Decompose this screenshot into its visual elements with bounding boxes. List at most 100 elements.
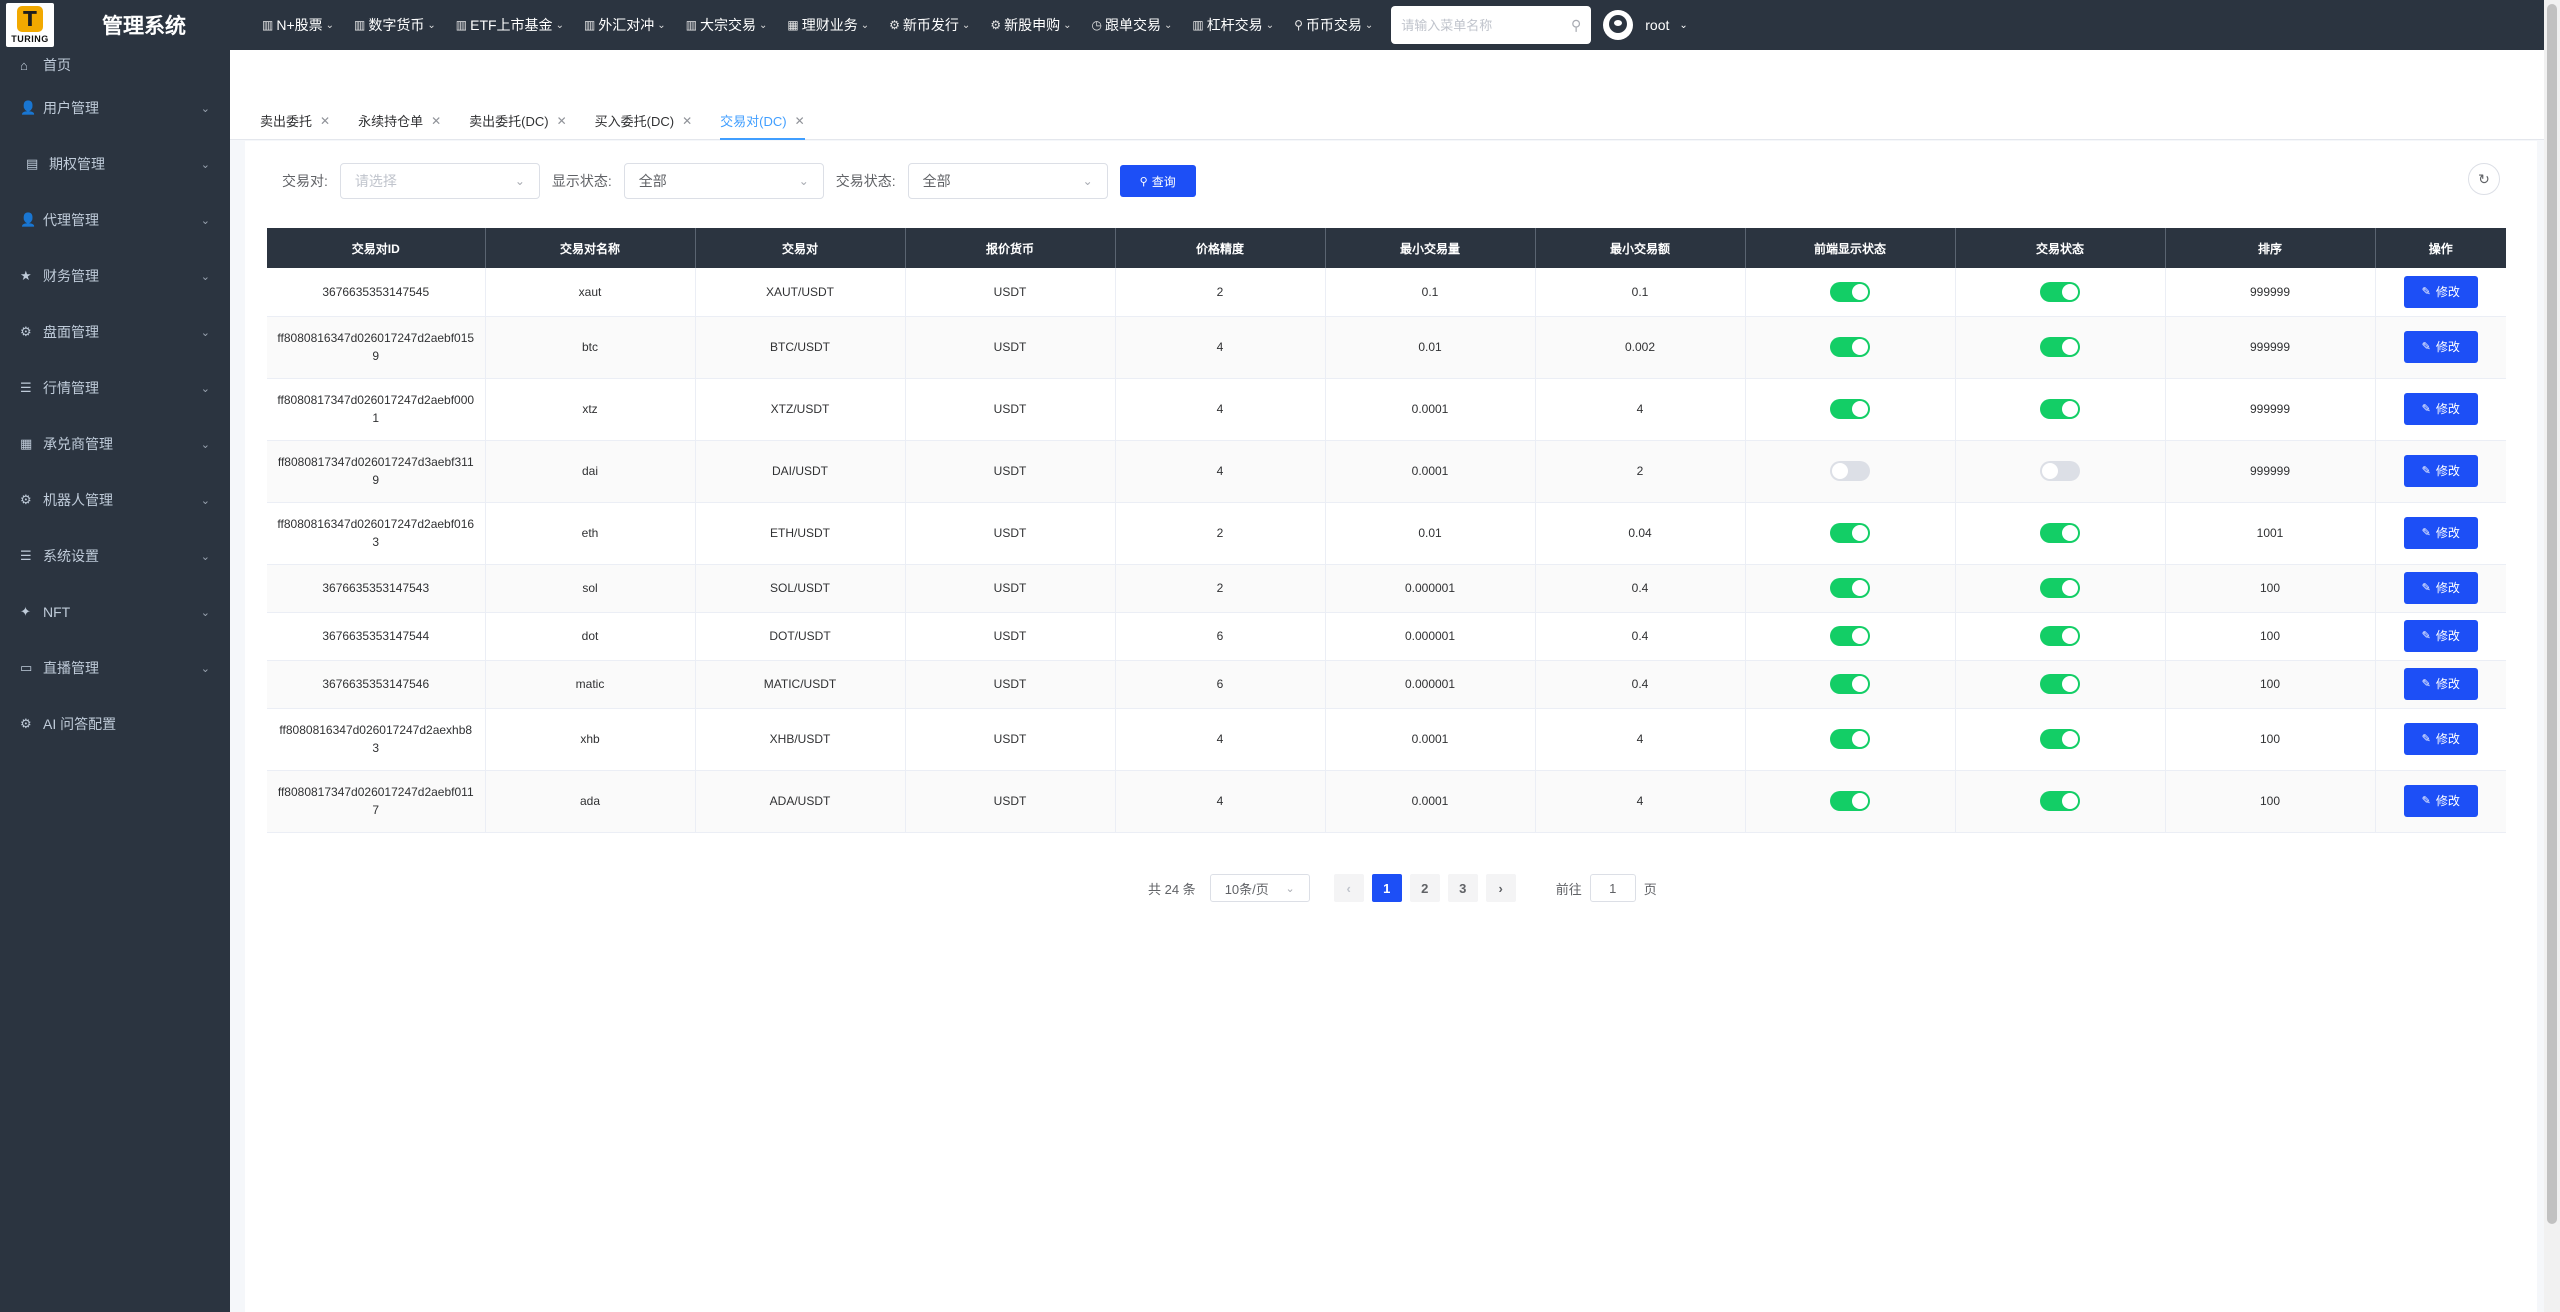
close-icon[interactable]: ✕ (795, 114, 805, 128)
trade-status-toggle[interactable] (2040, 791, 2080, 811)
display-status-toggle[interactable] (1830, 461, 1870, 481)
nav-item-8[interactable]: ⚙ 新股申购 ⌄ (980, 0, 1081, 50)
display-status-toggle[interactable] (1830, 674, 1870, 694)
pair-filter-label: 交易对: (282, 173, 328, 189)
trade-status-toggle[interactable] (2040, 461, 2080, 481)
trade-status-toggle[interactable] (2040, 281, 2080, 302)
vertical-scrollbar[interactable] (2544, 0, 2560, 1312)
edit-button[interactable]: ✎ 修改 (2403, 393, 2478, 425)
sidebar-item-label: 代理管理 (43, 212, 99, 228)
cell-min-qty: 0.0001 (1325, 378, 1536, 441)
edit-button[interactable]: ✎ 修改 (2403, 668, 2478, 700)
sidebar-item-1[interactable]: ⌂ 首页 (0, 50, 230, 80)
nav-item-7[interactable]: ⚙ 新币发行 ⌄ (879, 0, 980, 50)
edit-button[interactable]: ✎ 修改 (2403, 785, 2478, 817)
display-status-select[interactable]: 全部 ⌄ (623, 163, 824, 199)
tab-3[interactable]: 卖出委托(DC) ✕ (455, 102, 581, 140)
sidebar-item-11[interactable]: ✦ NFT ⌄ (0, 584, 230, 640)
close-icon[interactable]: ✕ (320, 114, 330, 128)
sidebar-item-12[interactable]: ▭ 直播管理 ⌄ (0, 640, 230, 696)
display-status-toggle[interactable] (1830, 399, 1870, 419)
nav-item-10[interactable]: ▥ 杠杆交易 ⌄ (1182, 0, 1284, 50)
nav-item-3[interactable]: ▥ ETF上市基金 ⌄ (446, 0, 574, 50)
prev-page-button[interactable]: ‹ (1333, 874, 1364, 902)
trade-status-toggle[interactable] (2040, 626, 2080, 646)
edit-button[interactable]: ✎ 修改 (2403, 275, 2478, 308)
trade-status-toggle[interactable] (2040, 337, 2080, 357)
close-icon[interactable]: ✕ (557, 114, 567, 128)
menu-search[interactable]: ⚲ (1391, 6, 1592, 44)
page-1-button[interactable]: 1 (1371, 874, 1402, 902)
star-icon: ★ (20, 268, 32, 283)
close-icon[interactable]: ✕ (682, 114, 692, 128)
display-status-toggle[interactable] (1830, 626, 1870, 646)
nav-item-6[interactable]: ▦ 理财业务 ⌄ (777, 0, 879, 50)
toggle-knob (2042, 463, 2058, 479)
cell-trade-status (1955, 316, 2166, 379)
search-button[interactable]: ⚲ 查询 (1119, 165, 1196, 197)
cell-trade-status (1955, 378, 2166, 441)
edit-button[interactable]: ✎ 修改 (2403, 620, 2478, 652)
trade-status-select[interactable]: 全部 ⌄ (907, 163, 1108, 199)
display-status-toggle[interactable] (1830, 523, 1870, 543)
display-status-toggle[interactable] (1830, 281, 1870, 302)
edit-button[interactable]: ✎ 修改 (2403, 331, 2478, 363)
nav-item-2[interactable]: ▥ 数字货币 ⌄ (344, 0, 446, 50)
display-status-toggle[interactable] (1830, 578, 1870, 598)
column-header: 操作 (2375, 228, 2506, 268)
cell-min-amount: 0.1 (1535, 268, 1746, 317)
close-icon[interactable]: ✕ (431, 114, 441, 128)
trade-status-toggle[interactable] (2040, 399, 2080, 419)
tab-4[interactable]: 买入委托(DC) ✕ (581, 102, 707, 140)
edit-button[interactable]: ✎ 修改 (2403, 455, 2478, 487)
trade-status-toggle[interactable] (2040, 674, 2080, 694)
tab-5[interactable]: 交易对(DC) ✕ (706, 102, 819, 140)
page-size-select[interactable]: 10条/页 ⌄ (1209, 874, 1310, 902)
sidebar-item-6[interactable]: ⚙ 盘面管理 ⌄ (0, 304, 230, 360)
cell-sort: 100 (2165, 770, 2376, 833)
tab-1[interactable]: 卖出委托 ✕ (246, 102, 344, 140)
search-icon[interactable]: ⚲ (1571, 17, 1581, 34)
nav-item-9[interactable]: ◷ 跟单交易 ⌄ (1081, 0, 1182, 50)
sidebar-item-10[interactable]: ☰ 系统设置 ⌄ (0, 528, 230, 584)
display-status-toggle[interactable] (1830, 729, 1870, 749)
page-size-value: 10条/页 (1224, 881, 1269, 897)
page-3-button[interactable]: 3 (1447, 874, 1478, 902)
sidebar-item-2[interactable]: 👤 用户管理 ⌄ (0, 80, 230, 136)
nav-item-5[interactable]: ▥ 大宗交易 ⌄ (676, 0, 778, 50)
sidebar-item-4[interactable]: 👤 代理管理 ⌄ (0, 192, 230, 248)
trade-status-toggle[interactable] (2040, 729, 2080, 749)
sidebar-item-3[interactable]: ▤ 期权管理 ⌄ (0, 136, 230, 192)
trade-status-toggle[interactable] (2040, 578, 2080, 598)
display-status-toggle[interactable] (1830, 791, 1870, 811)
edit-button[interactable]: ✎ 修改 (2403, 723, 2478, 755)
trade-status-toggle[interactable] (2040, 523, 2080, 543)
cell-min-qty: 0.000001 (1325, 612, 1536, 661)
tab-2[interactable]: 永续持仓单 ✕ (344, 102, 455, 140)
nav-item-1[interactable]: ▥ N+股票 ⌄ (252, 0, 344, 50)
sidebar-item-9[interactable]: ⚙ 机器人管理 ⌄ (0, 472, 230, 528)
edit-button[interactable]: ✎ 修改 (2403, 517, 2478, 549)
display-status-toggle[interactable] (1830, 337, 1870, 357)
user-menu[interactable]: root ⌄ (1603, 10, 1688, 40)
sidebar-item-5[interactable]: ★ 财务管理 ⌄ (0, 248, 230, 304)
toggle-knob (1852, 283, 1868, 300)
scrollbar-thumb[interactable] (2547, 4, 2557, 1224)
refresh-button[interactable]: ↻ (2468, 163, 2500, 195)
pair-select[interactable]: 请选择 ⌄ (339, 163, 540, 199)
sidebar-item-13[interactable]: ⚙ AI 问答配置 (0, 696, 230, 752)
page-2-button[interactable]: 2 (1409, 874, 1440, 902)
menu-search-input[interactable] (1401, 17, 1552, 33)
sidebar-item-7[interactable]: ☰ 行情管理 ⌄ (0, 360, 230, 416)
next-page-button[interactable]: › (1485, 874, 1516, 902)
avatar[interactable] (1603, 10, 1634, 40)
chevron-down-icon: ⌄ (1063, 19, 1072, 31)
goto-page-input[interactable]: 1 (1589, 874, 1636, 902)
edit-button-label: 修改 (2435, 526, 2460, 540)
sidebar-item-8[interactable]: ▦ 承兑商管理 ⌄ (0, 416, 230, 472)
cell-sort: 100 (2165, 708, 2376, 771)
edit-button[interactable]: ✎ 修改 (2403, 572, 2478, 604)
bar-chart-icon: ▥ (1192, 18, 1204, 32)
nav-item-4[interactable]: ▥ 外汇对冲 ⌄ (574, 0, 676, 50)
nav-item-11[interactable]: ⚲ 币币交易 ⌄ (1284, 0, 1383, 50)
